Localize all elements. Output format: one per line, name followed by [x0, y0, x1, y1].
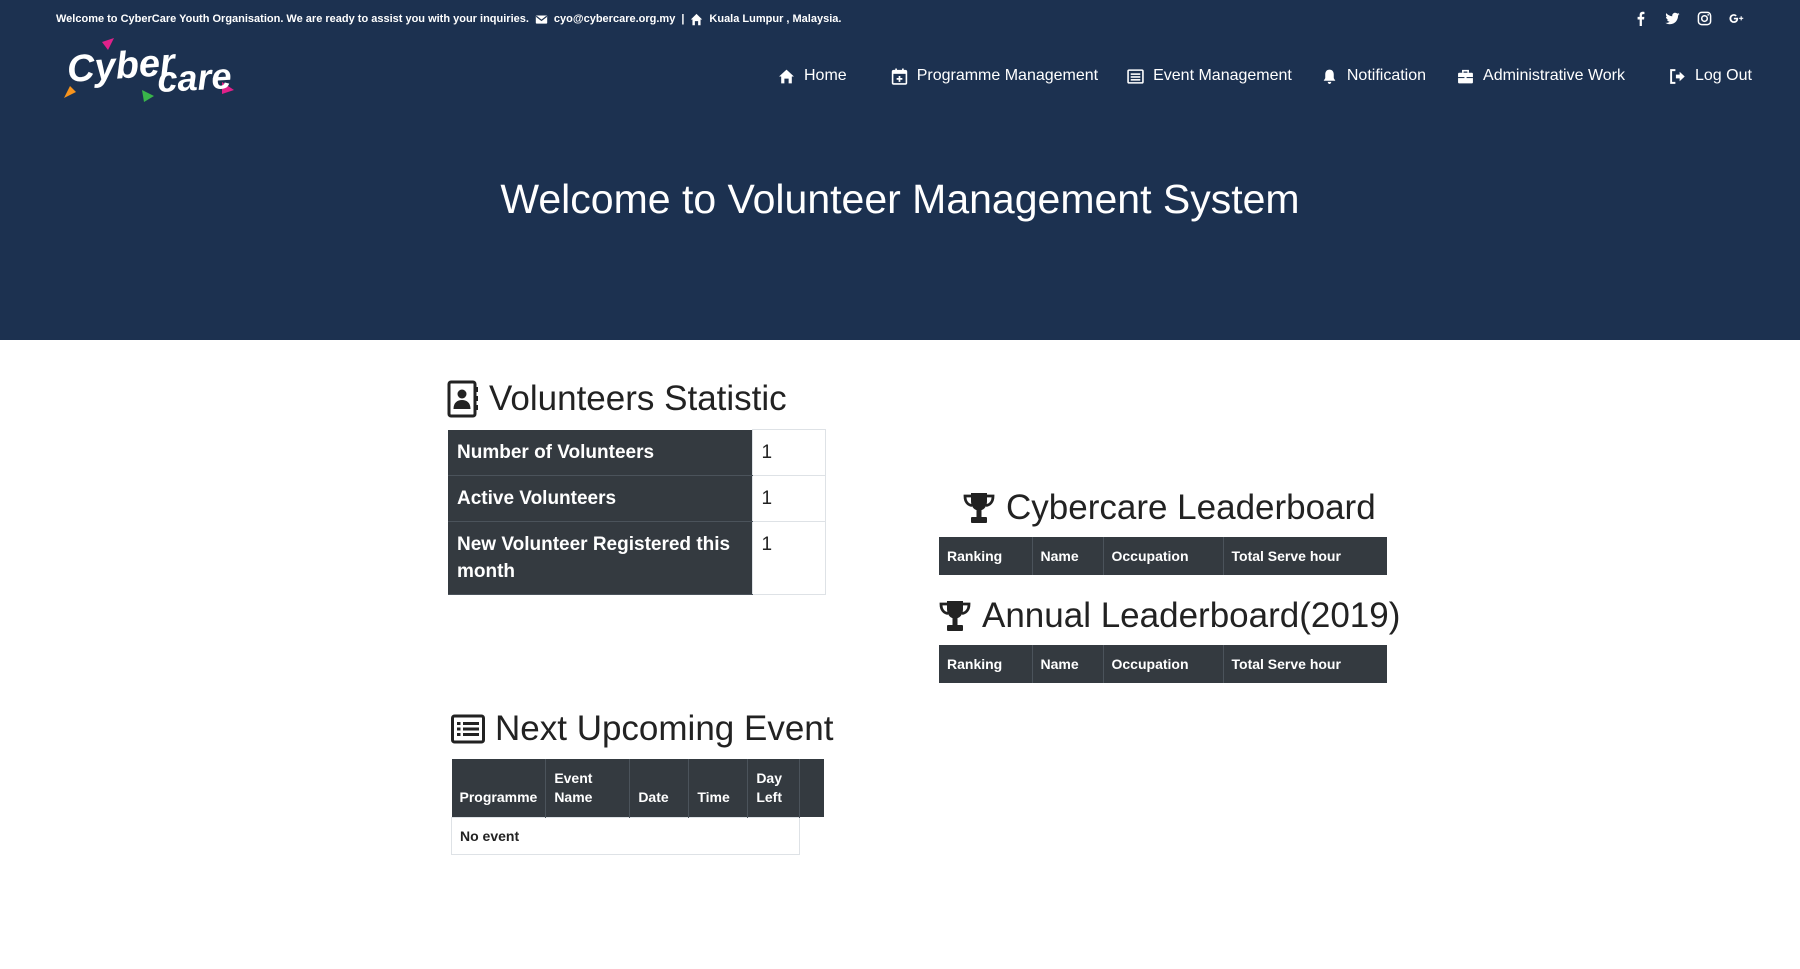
contact-email[interactable]: cyo@cybercare.org.my	[554, 13, 675, 25]
column-header: Occupation	[1103, 645, 1224, 683]
cybercare-leaderboard-heading: Cybercare Leaderboard	[962, 487, 1376, 529]
calendar-plus-icon	[891, 68, 908, 85]
stat-value: 1	[751, 429, 826, 476]
table-row: Number of Volunteers 1	[448, 429, 826, 476]
address-book-icon	[447, 380, 479, 418]
upcoming-events-table: Programme Event Name Date Time Day Left …	[450, 759, 824, 855]
stat-label: New Volunteer Registered this month	[448, 521, 752, 595]
stat-value: 1	[751, 521, 826, 595]
column-header: Occupation	[1103, 537, 1224, 575]
column-header: Day Left	[747, 759, 801, 817]
nav-event-management[interactable]: Event Management	[1127, 67, 1292, 85]
nav-event-label: Event Management	[1153, 67, 1292, 84]
site-header: Welcome to CyberCare Youth Organisation.…	[0, 0, 1800, 340]
list-alt-icon	[1127, 68, 1144, 85]
home-icon	[690, 13, 703, 26]
home-icon	[778, 68, 795, 85]
stat-label: Number of Volunteers	[448, 429, 752, 476]
svg-text:care: care	[156, 55, 232, 100]
column-header: Programme	[451, 759, 547, 817]
table-row: Active Volunteers 1	[448, 475, 826, 522]
cybercare-leaderboard-table: Ranking Name Occupation Total Serve hour	[939, 537, 1387, 575]
column-header: Total Serve hour	[1223, 645, 1387, 683]
envelope-icon	[535, 13, 548, 26]
column-header: Event Name	[545, 759, 631, 817]
column-header: Name	[1032, 645, 1104, 683]
nav-administrative-work[interactable]: Administrative Work	[1457, 67, 1625, 85]
instagram-icon[interactable]	[1694, 8, 1714, 28]
briefcase-icon	[1457, 68, 1474, 85]
column-header: Name	[1032, 537, 1104, 575]
table-header-row: Ranking Name Occupation Total Serve hour	[939, 645, 1387, 683]
nav-notification[interactable]: Notification	[1321, 67, 1426, 85]
stats-title: Volunteers Statistic	[489, 379, 787, 418]
trophy-icon	[938, 599, 972, 633]
column-header: Time	[688, 759, 749, 817]
bell-icon	[1321, 68, 1338, 85]
column-header: Total Serve hour	[1223, 537, 1387, 575]
nav-log-out[interactable]: Log Out	[1669, 67, 1752, 85]
no-event-cell: No event	[450, 816, 801, 855]
volunteers-statistic-heading: Volunteers Statistic	[447, 378, 787, 420]
nav-programme-management[interactable]: Programme Management	[891, 67, 1098, 85]
table-header-row: Ranking Name Occupation Total Serve hour	[939, 537, 1387, 575]
nav-notification-label: Notification	[1346, 67, 1427, 84]
cybercare-logo[interactable]: Cyber care	[62, 36, 242, 108]
table-row: No event	[450, 816, 824, 855]
volunteer-stats-table: Number of Volunteers 1 Active Volunteers…	[448, 429, 826, 595]
address-text: Kuala Lumpur , Malaysia.	[709, 13, 842, 25]
nav-admin-label: Administrative Work	[1483, 67, 1625, 84]
stat-value: 1	[751, 475, 826, 522]
empty-cell	[800, 817, 824, 854]
nav-home-label: Home	[804, 67, 847, 84]
annual-leaderboard-heading: Annual Leaderboard(2019)	[938, 595, 1400, 637]
trophy-icon	[962, 491, 996, 525]
social-links	[1630, 8, 1746, 28]
stat-label: Active Volunteers	[448, 475, 752, 522]
top-info-bar: Welcome to CyberCare Youth Organisation.…	[56, 12, 841, 26]
column-header: Ranking	[939, 645, 1033, 683]
table-row: New Volunteer Registered this month 1	[448, 521, 826, 595]
main-nav: Home Programme Management Event Manageme…	[778, 64, 1752, 88]
annual-leaderboard-title: Annual Leaderboard(2019)	[982, 596, 1401, 635]
nav-programme-label: Programme Management	[916, 67, 1099, 84]
nav-home[interactable]: Home	[778, 67, 847, 85]
facebook-icon[interactable]	[1630, 8, 1650, 28]
column-header: Ranking	[939, 537, 1033, 575]
annual-leaderboard-table: Ranking Name Occupation Total Serve hour	[939, 645, 1387, 683]
page-title: Welcome to Volunteer Management System	[500, 176, 1300, 222]
events-title: Next Upcoming Event	[495, 709, 834, 748]
separator: |	[681, 13, 685, 25]
twitter-icon[interactable]	[1662, 8, 1682, 28]
table-header-row: Programme Event Name Date Time Day Left	[451, 759, 824, 817]
nav-logout-label: Log Out	[1694, 67, 1752, 84]
log-out-icon	[1669, 68, 1686, 85]
column-header: Date	[629, 759, 690, 817]
leaderboard-title: Cybercare Leaderboard	[1006, 488, 1376, 527]
list-alt-icon	[451, 714, 485, 744]
column-header	[799, 759, 824, 817]
google-plus-icon[interactable]	[1726, 8, 1746, 28]
next-upcoming-event-heading: Next Upcoming Event	[451, 708, 833, 750]
welcome-text: Welcome to CyberCare Youth Organisation.…	[56, 13, 529, 25]
